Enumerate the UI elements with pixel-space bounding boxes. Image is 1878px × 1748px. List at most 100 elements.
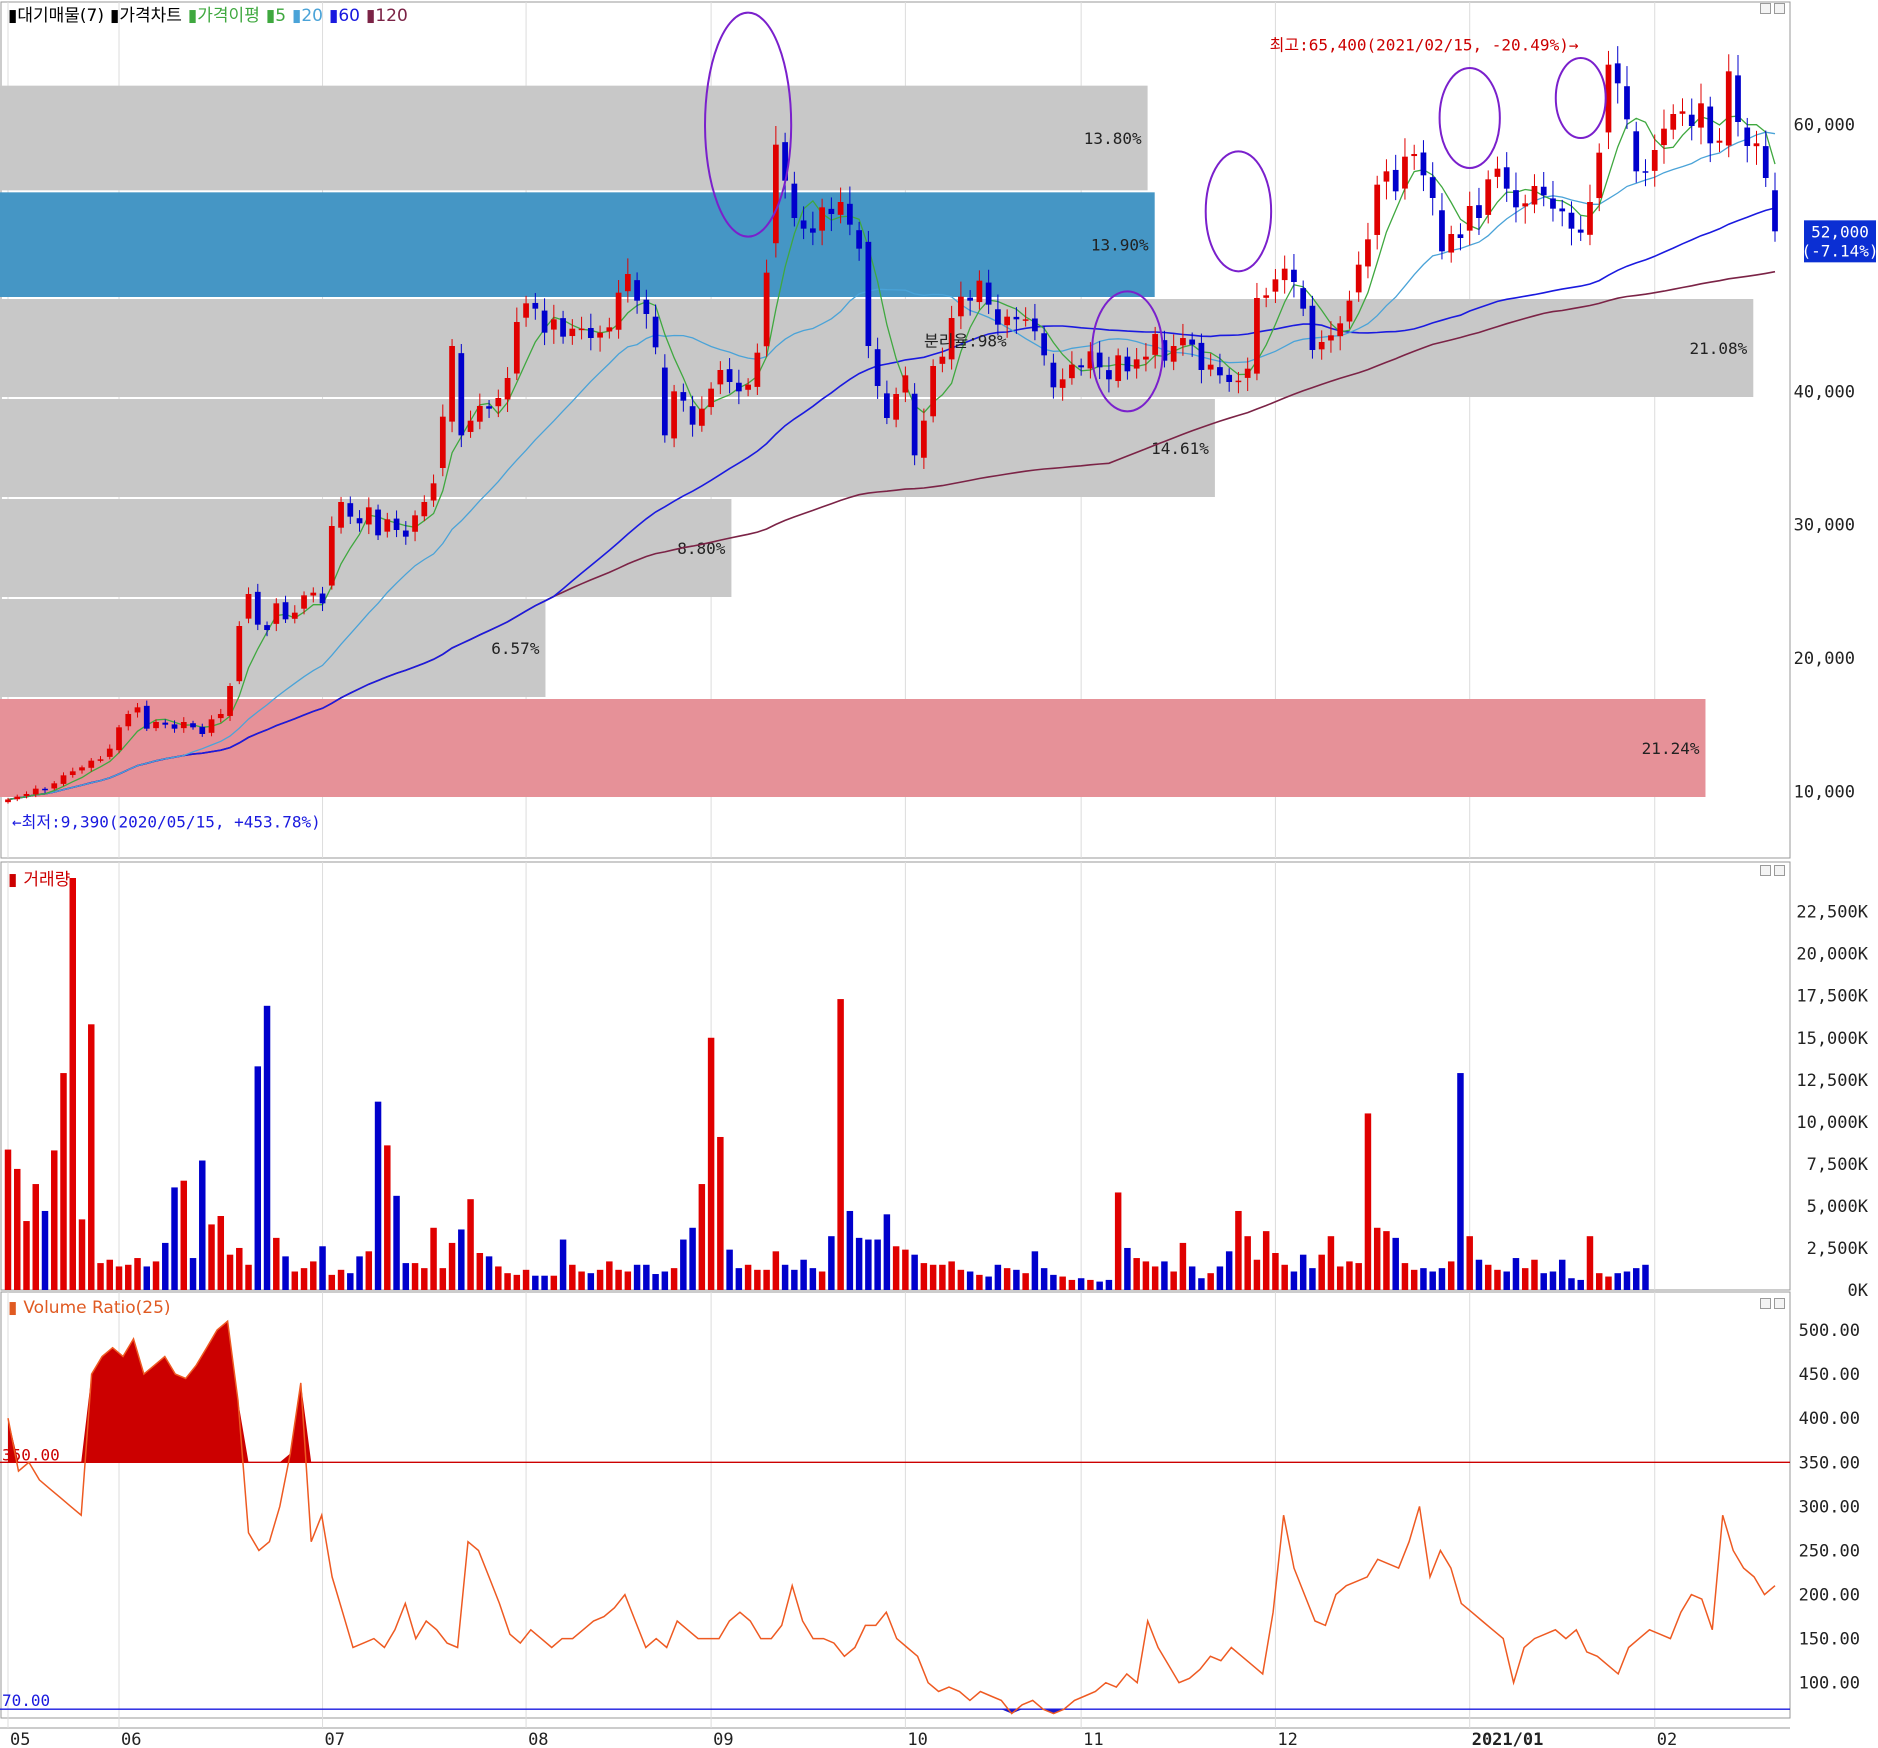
candle-body (884, 393, 890, 418)
volume-bar (402, 1263, 410, 1290)
candle-body (171, 724, 178, 729)
volume-bar (1457, 1073, 1464, 1290)
volume-bar (966, 1271, 974, 1290)
volume-bar (337, 1269, 345, 1290)
separation-rate-label: 분리율:98% (924, 332, 1007, 351)
month-label-3: 08 (528, 1730, 548, 1748)
candle-body (1614, 63, 1621, 84)
volume-bar (791, 1269, 798, 1290)
candle-body (208, 719, 215, 733)
volume-bar (1623, 1271, 1631, 1290)
candle-body (51, 783, 58, 789)
supply-zone-0 (0, 85, 1148, 191)
volume-close-button[interactable] (1774, 865, 1785, 876)
supply-zone-pct-2: 21.08% (1689, 339, 1747, 358)
candle-body (1318, 342, 1325, 350)
candle-body (1115, 355, 1122, 382)
volume-bar (809, 1268, 817, 1290)
candle-body (1152, 334, 1159, 355)
volume-bar (513, 1274, 521, 1290)
candle-body (745, 384, 751, 390)
volume-bar (254, 1066, 262, 1290)
volume-bar (550, 1275, 558, 1290)
volume-minimize-button[interactable] (1760, 865, 1771, 876)
volume-bar (439, 1268, 447, 1290)
candle-body (606, 327, 613, 332)
volume-bar (411, 1263, 419, 1290)
candle-body (569, 328, 576, 337)
candle-body (143, 705, 150, 729)
volume-bar (1272, 1253, 1279, 1290)
candle-body (800, 220, 807, 229)
price-panel-legend: ▮대기매물(7) ▮가격차트 ▮가격이평 ▮5 ▮20 ▮60 ▮120 (8, 1, 414, 26)
candle-body (985, 282, 992, 305)
volume-ytick-9: 22,500K (1796, 903, 1868, 923)
candle-body (1439, 210, 1445, 252)
candle-body (754, 352, 761, 387)
volume-ytick-8: 20,000K (1796, 945, 1868, 965)
candle-body (1106, 370, 1112, 380)
ratio-minimize-button[interactable] (1760, 1298, 1771, 1309)
candle-body (865, 241, 872, 346)
candle-body (1707, 106, 1714, 144)
candle-body (1476, 205, 1482, 218)
candle-body (976, 280, 983, 303)
candle-body (1577, 229, 1584, 233)
volume-bar (476, 1253, 484, 1290)
volume-ytick-6: 15,000K (1796, 1029, 1868, 1049)
candle-body (1550, 198, 1556, 209)
volume-bar (1512, 1258, 1520, 1290)
candle-body (652, 316, 659, 348)
candle-body (412, 515, 418, 532)
candle-body (939, 356, 946, 364)
volume-bar (384, 1145, 391, 1290)
ratio-ytick-6: 400.00 (1799, 1409, 1860, 1429)
candle-body (1059, 379, 1066, 388)
candle-body (1624, 86, 1630, 120)
supply-zone-pct-3: 14.61% (1151, 439, 1209, 458)
candle-body (1735, 75, 1741, 122)
volume-bar (263, 1005, 271, 1290)
candle-body (69, 771, 76, 776)
volume-bar (1262, 1231, 1270, 1290)
volume-ytick-0: 0K (1848, 1281, 1869, 1301)
volume-bar (606, 1261, 613, 1290)
volume-bar (698, 1184, 706, 1290)
volume-bar (217, 1216, 225, 1290)
candle-body (1392, 169, 1399, 192)
volume-bar (754, 1269, 761, 1290)
volume-ytick-4: 10,000K (1796, 1113, 1868, 1133)
volume-bar (1068, 1279, 1076, 1290)
volume-bar (615, 1269, 622, 1290)
volume-bar (1114, 1192, 1122, 1290)
volume-bar (1410, 1269, 1418, 1290)
candle-body (1300, 288, 1307, 309)
volume-bar (1198, 1278, 1205, 1290)
volume-bar (717, 1136, 724, 1290)
candle-body (1272, 279, 1279, 292)
volume-bar (643, 1264, 650, 1290)
candle-body (1041, 333, 1048, 356)
candle-body (449, 346, 455, 422)
price-minimize-button[interactable] (1760, 3, 1771, 14)
volume-bar (559, 1239, 567, 1290)
candle-body (116, 727, 122, 751)
volume-bar (522, 1269, 530, 1290)
ratio-close-button[interactable] (1774, 1298, 1785, 1309)
candle-body (1235, 380, 1242, 383)
volume-bar (1170, 1271, 1177, 1290)
volume-bar (51, 1150, 58, 1290)
candle-body (791, 183, 798, 218)
volume-bar (328, 1274, 336, 1290)
candle-body (1374, 184, 1381, 235)
price-ytick-1: 20,000 (1794, 649, 1855, 669)
price-close-button[interactable] (1774, 3, 1785, 14)
volume-bar (430, 1227, 437, 1290)
candle-body (1698, 103, 1704, 128)
candle-body (134, 707, 141, 713)
volume-bar (485, 1256, 493, 1290)
stock-chart[interactable]: 05 06 07 08 09 10 11 12 2021/01 02 13.80% 13.90% 21.… (0, 0, 1878, 1748)
volume-bar (162, 1242, 169, 1290)
volume-bar (1299, 1254, 1307, 1290)
volume-bar (920, 1263, 928, 1290)
